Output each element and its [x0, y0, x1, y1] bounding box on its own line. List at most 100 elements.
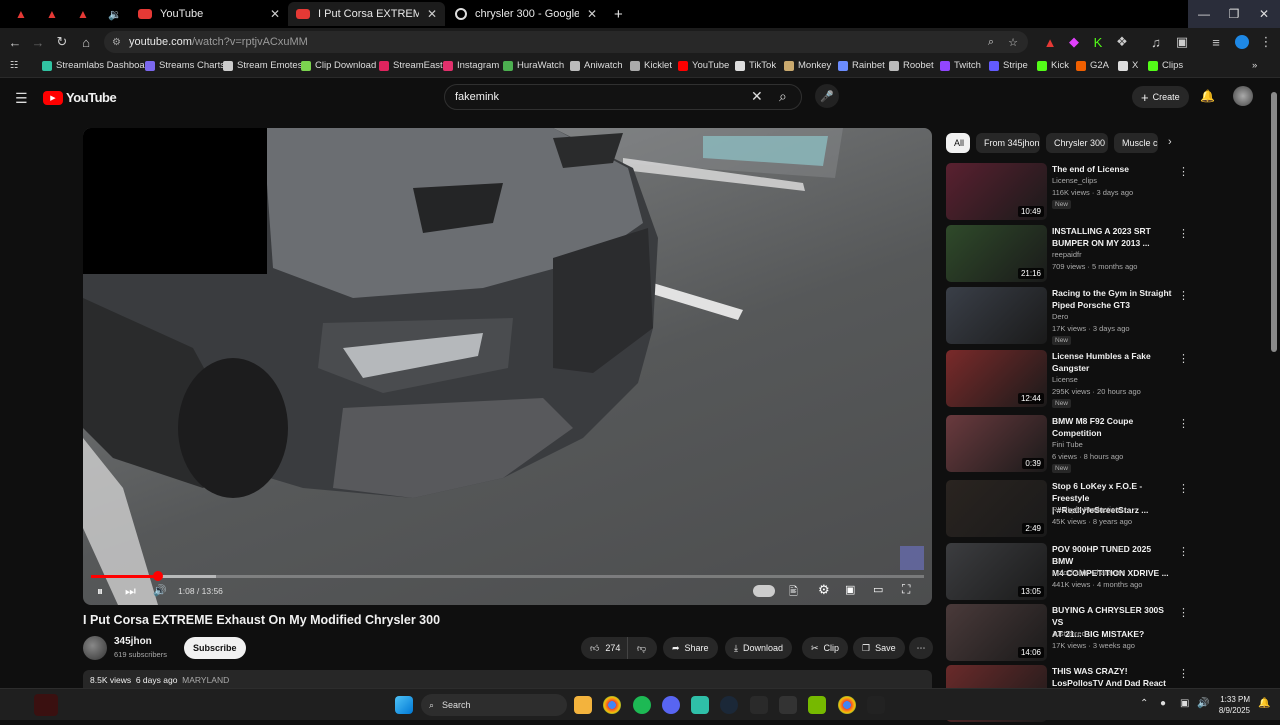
- tray-app-icon[interactable]: ●: [1160, 698, 1166, 709]
- taskbar-search[interactable]: ⌕ Search: [421, 694, 567, 716]
- recommended-video[interactable]: 2:49 Stop 6 LoKey x F.O.E - Freestyle | #R…: [946, 480, 1246, 540]
- search-icon[interactable]: ⌕: [779, 88, 787, 105]
- subscribe-button[interactable]: Subscribe: [184, 637, 246, 659]
- more-options-icon[interactable]: ⋮: [1178, 289, 1189, 302]
- fullscreen-icon[interactable]: ⛶: [902, 582, 910, 597]
- bookmark-item[interactable]: Roobet: [889, 60, 934, 71]
- tab-google-search[interactable]: chrysler 300 - Google Search ✕: [447, 2, 605, 26]
- pinned-tab-icon[interactable]: ▲: [10, 4, 32, 24]
- bookmark-item[interactable]: G2A: [1076, 60, 1109, 71]
- recommended-video[interactable]: 12:44 License Humbles a Fake Gangster Licen…: [946, 350, 1246, 410]
- apps-grid-icon[interactable]: ☷: [10, 60, 19, 71]
- close-tab-icon[interactable]: ✕: [587, 7, 597, 21]
- forward-arrow-icon[interactable]: →: [28, 32, 48, 52]
- tab-audio[interactable]: 🔉: [100, 2, 130, 26]
- account-avatar[interactable]: [1233, 86, 1253, 106]
- recommended-title[interactable]: The end of License: [1052, 163, 1174, 175]
- site-info-icon[interactable]: ⚙: [112, 37, 121, 48]
- bookmark-item[interactable]: Clips: [1148, 60, 1183, 71]
- kick-extension-icon[interactable]: K: [1088, 32, 1108, 52]
- video-thumbnail[interactable]: 14:06: [946, 604, 1047, 661]
- download-button[interactable]: ⤓ Download: [725, 637, 793, 659]
- bookmark-item[interactable]: StreamEast: [379, 60, 443, 71]
- recommended-title[interactable]: BMW M8 F92 Coupe Competition: [1052, 415, 1174, 439]
- notification-center-icon[interactable]: 🔔: [1258, 698, 1270, 709]
- recommended-title[interactable]: INSTALLING A 2023 SRT BUMPER ON MY 2013 .…: [1052, 225, 1174, 249]
- more-options-icon[interactable]: ⋮: [1178, 482, 1189, 495]
- recommended-channel[interactable]: Dero: [1052, 312, 1068, 321]
- voice-search-icon[interactable]: 🎤: [815, 84, 839, 108]
- home-icon[interactable]: ⌂: [76, 32, 96, 52]
- recommended-video[interactable]: 14:06 BUYING A CHRYSLER 300S VS AT 21... B…: [946, 604, 1246, 664]
- bookmark-item[interactable]: YouTube: [678, 60, 729, 71]
- settings-gear-icon[interactable]: ⚙: [818, 582, 830, 598]
- extension-icon[interactable]: ▲: [1040, 32, 1060, 52]
- tray-chevron-icon[interactable]: ⌃: [1140, 698, 1148, 709]
- bookmark-item[interactable]: Clip Download: [301, 60, 376, 71]
- chrome-icon[interactable]: [603, 696, 621, 714]
- page-scrollbar-thumb[interactable]: [1271, 92, 1277, 352]
- search-box[interactable]: fakemink ✕ ⌕: [444, 84, 802, 110]
- volume-icon[interactable]: 🔊: [153, 584, 167, 597]
- recommended-video[interactable]: 0:39 BMW M8 F92 Coupe Competition Fini Tube…: [946, 415, 1246, 475]
- epic-games-icon[interactable]: [750, 696, 768, 714]
- video-thumbnail[interactable]: 10:49: [946, 163, 1047, 220]
- recommended-channel[interactable]: License_clips: [1052, 176, 1097, 185]
- maximize-button[interactable]: ❐: [1218, 0, 1250, 28]
- bookmark-item[interactable]: Twitch: [940, 60, 981, 71]
- close-tab-icon[interactable]: ✕: [427, 7, 437, 21]
- recommended-channel[interactable]: License: [1052, 375, 1078, 384]
- extensions-puzzle-icon[interactable]: ❖: [1112, 32, 1132, 52]
- tab-search-icon[interactable]: ≡: [1206, 32, 1226, 52]
- notifications-bell-icon[interactable]: 🔔: [1200, 89, 1215, 103]
- dislike-button[interactable]: 👎︎: [627, 637, 657, 659]
- audio-app-icon[interactable]: [867, 696, 885, 714]
- recommended-video[interactable]: 21:16 INSTALLING A 2023 SRT BUMPER ON MY 2…: [946, 225, 1246, 285]
- pause-icon[interactable]: ⏸: [97, 584, 103, 599]
- bookmark-item[interactable]: Rainbet: [838, 60, 885, 71]
- bookmark-item[interactable]: HuraWatch: [503, 60, 564, 71]
- hamburger-menu-icon[interactable]: ☰: [15, 90, 28, 107]
- video-player[interactable]: ⏸ ⏭ 🔊 1:08 / 13:56 🖹 ⚙ ▣ ▭ ⛶: [83, 128, 932, 605]
- spotify-icon[interactable]: [633, 696, 651, 714]
- search-input[interactable]: fakemink: [455, 91, 499, 103]
- video-thumbnail[interactable]: 21:16: [946, 225, 1047, 282]
- recommended-channel[interactable]: reepaidfr: [1052, 250, 1082, 259]
- share-button[interactable]: ➦ Share: [663, 637, 718, 659]
- recommended-title[interactable]: Racing to the Gym in Straight Piped Porsc…: [1052, 287, 1174, 311]
- close-window-button[interactable]: ✕: [1248, 0, 1280, 28]
- clip-button[interactable]: ✂ Clip: [802, 637, 849, 659]
- more-options-icon[interactable]: ⋮: [1178, 606, 1189, 619]
- autoplay-toggle[interactable]: [753, 585, 775, 597]
- recommended-video[interactable]: Racing to the Gym in Straight Piped Porsc…: [946, 287, 1246, 347]
- more-options-icon[interactable]: ⋮: [1178, 545, 1189, 558]
- zoom-icon[interactable]: ⌕: [988, 36, 994, 49]
- pinned-tab-icon[interactable]: ▲: [41, 4, 63, 24]
- video-thumbnail[interactable]: 2:49: [946, 480, 1047, 537]
- next-icon[interactable]: ⏭: [125, 584, 136, 599]
- pinned-tab-icon[interactable]: ▲: [72, 4, 94, 24]
- windows-start-icon[interactable]: [395, 696, 413, 714]
- recommended-video[interactable]: 10:49 The end of License License_clips 116K…: [946, 163, 1246, 223]
- chips-next-chevron-icon[interactable]: ›: [1168, 136, 1172, 148]
- bookmark-item[interactable]: Kick: [1037, 60, 1069, 71]
- like-button[interactable]: 👍︎ 274: [581, 637, 627, 659]
- video-thumbnail[interactable]: 13:05: [946, 543, 1047, 600]
- volume-icon[interactable]: 🔊: [1197, 698, 1209, 709]
- more-options-icon[interactable]: ⋮: [1178, 227, 1189, 240]
- more-actions-button[interactable]: ⋯: [909, 637, 933, 659]
- bookmark-item[interactable]: Monkey: [784, 60, 831, 71]
- channel-avatar[interactable]: [83, 636, 107, 660]
- address-bar[interactable]: ⚙ youtube.com/watch?v=rptjvACxuMM ⌕ ☆: [104, 31, 1028, 53]
- close-tab-icon[interactable]: ✕: [270, 7, 280, 21]
- tab-youtube[interactable]: YouTube ✕: [130, 2, 288, 26]
- bookmark-item[interactable]: Streams Charts: [145, 60, 225, 71]
- video-thumbnail[interactable]: 12:44: [946, 350, 1047, 407]
- more-bookmarks-icon[interactable]: »: [1252, 60, 1257, 71]
- bookmark-item[interactable]: Aniwatch: [570, 60, 623, 71]
- app-icon[interactable]: [691, 696, 709, 714]
- recommended-channel[interactable]: Fini Tube: [1052, 440, 1083, 449]
- menu-kebab-icon[interactable]: ⋮: [1256, 32, 1276, 52]
- app-icon[interactable]: [779, 696, 797, 714]
- bookmark-item[interactable]: Stream Emotes: [223, 60, 302, 71]
